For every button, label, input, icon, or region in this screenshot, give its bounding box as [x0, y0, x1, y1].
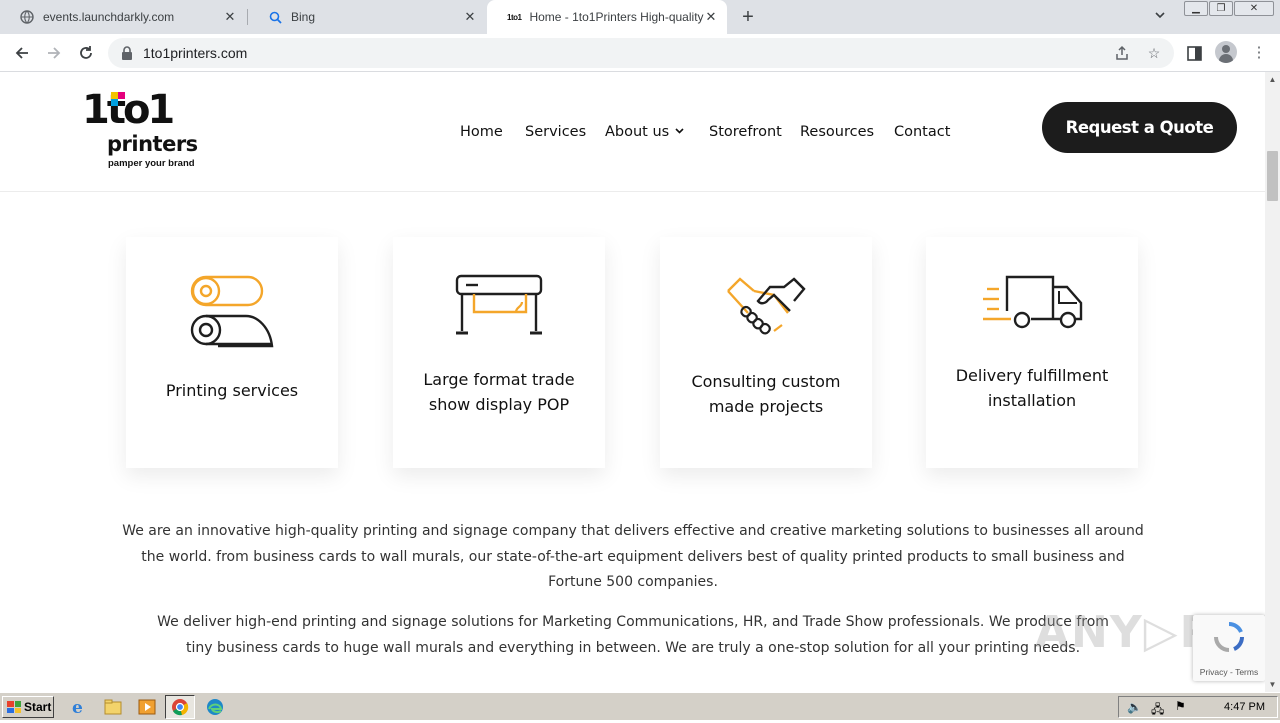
handshake-icon [727, 277, 806, 335]
intro-paragraph: We are an innovative high-quality printi… [122, 523, 1144, 590]
nav-about-us-label: About us [605, 124, 670, 140]
chevron-down-icon [675, 122, 684, 142]
site-header: 1to1 printers pamper your brand Home Ser… [0, 72, 1265, 192]
restore-button[interactable]: ❐ [1209, 1, 1233, 16]
url-text: 1to1printers.com [143, 45, 248, 61]
tab-launchdarkly[interactable]: events.launchdarkly.com ✕ [0, 0, 246, 34]
network-icon[interactable]: 🖧 [1151, 700, 1164, 721]
logo-cyan-dot [111, 99, 118, 106]
tab-title: Home - 1to1Printers High-quality Prin [529, 10, 707, 24]
service-title-line1: Delivery fulfillment [955, 366, 1109, 385]
service-card-large-format[interactable]: Large format trade show display POP [393, 237, 605, 468]
chrome-taskbar-button[interactable] [165, 695, 195, 719]
page-scrollbar[interactable]: ▲ ▼ [1265, 72, 1280, 692]
tab-bing[interactable]: Bing ✕ [248, 0, 486, 34]
service-title-line1: Consulting custom [691, 372, 841, 391]
recaptcha-icon [1214, 622, 1244, 652]
address-bar[interactable]: 1to1printers.com ☆ [108, 38, 1174, 68]
internet-explorer-icon[interactable]: e [68, 697, 90, 717]
nav-about-us[interactable]: About us [605, 122, 684, 142]
start-button[interactable]: Start [2, 696, 54, 718]
tab-strip: events.launchdarkly.com ✕ Bing ✕ 1to1 Ho… [0, 0, 1280, 34]
new-tab-button[interactable]: + [737, 6, 759, 28]
service-title-line2: installation [987, 391, 1077, 410]
paper-rolls-icon [190, 275, 274, 348]
logo-wordmark: 1to1 [82, 87, 175, 133]
system-tray: 🔈 🖧 ⚑ 4:47 PM [1118, 696, 1278, 718]
tab-title: Bing [291, 10, 316, 24]
svg-text:e: e [72, 698, 83, 717]
service-title-line2: made projects [708, 397, 824, 416]
main-navigation: Home Services About us Storefront Resour… [460, 122, 960, 142]
nav-contact[interactable]: Contact [894, 122, 950, 142]
lock-icon [122, 46, 132, 60]
service-title-line1: Large format trade [423, 370, 575, 389]
windows-logo-icon [7, 701, 21, 713]
volume-icon[interactable]: 🔈 [1127, 700, 1142, 714]
close-tab-icon[interactable]: ✕ [703, 9, 719, 25]
edge-icon[interactable] [204, 697, 226, 717]
bookmark-star-icon[interactable]: ☆ [1144, 43, 1164, 63]
share-icon[interactable] [1112, 43, 1132, 63]
site-favicon-icon: 1to1 [507, 12, 522, 22]
profile-avatar-icon[interactable] [1215, 41, 1237, 63]
service-title: Printing services [165, 381, 299, 400]
nav-home[interactable]: Home [460, 122, 503, 142]
start-label: Start [24, 700, 52, 714]
globe-icon [20, 10, 34, 24]
logo-printers-text: printers [107, 132, 198, 156]
close-tab-icon[interactable]: ✕ [222, 9, 238, 25]
recaptcha-badge[interactable]: Privacy - Terms [1193, 615, 1265, 681]
side-panel-icon[interactable] [1183, 42, 1205, 64]
service-card-delivery[interactable]: Delivery fulfillment installation [926, 237, 1138, 468]
logo-yellow-dot [111, 92, 118, 99]
minimize-button[interactable]: ▁ [1184, 1, 1208, 16]
service-title-line2: show display POP [428, 395, 570, 414]
request-quote-button[interactable]: Request a Quote [1042, 102, 1237, 153]
search-icon [268, 10, 282, 24]
nav-resources[interactable]: Resources [800, 122, 874, 142]
logo-tagline: pamper your brand [108, 158, 195, 169]
recaptcha-terms[interactable]: Privacy - Terms [1193, 667, 1265, 677]
windows-taskbar: Start e 🔈 🖧 ⚑ 4:47 PM [0, 692, 1280, 720]
close-tab-icon[interactable]: ✕ [462, 9, 478, 25]
browser-toolbar: 1to1printers.com ☆ ⋮ [0, 34, 1280, 72]
logo-magenta-dot [118, 92, 125, 99]
media-player-icon[interactable] [136, 697, 158, 717]
scroll-down-arrow-icon[interactable]: ▼ [1265, 677, 1280, 692]
nav-services[interactable]: Services [525, 122, 586, 142]
scroll-thumb[interactable] [1267, 151, 1278, 201]
action-center-flag-icon[interactable]: ⚑ [1175, 699, 1186, 713]
menu-kebab-icon[interactable]: ⋮ [1248, 42, 1270, 64]
tab-title: events.launchdarkly.com [43, 10, 175, 24]
service-card-consulting[interactable]: Consulting custom made projects [660, 237, 872, 468]
delivery-truck-icon [983, 275, 1083, 329]
forward-button[interactable] [42, 41, 66, 65]
solutions-paragraph: We deliver high-end printing and signage… [157, 614, 1109, 656]
plotter-icon [455, 274, 543, 335]
tab-1to1printers[interactable]: 1to1 Home - 1to1Printers High-quality Pr… [487, 0, 727, 34]
service-card-printing[interactable]: Printing services [126, 237, 338, 468]
tab-search-chevron-icon[interactable] [1151, 8, 1169, 26]
scroll-up-arrow-icon[interactable]: ▲ [1265, 72, 1280, 87]
file-explorer-icon[interactable] [102, 697, 124, 717]
back-button[interactable] [10, 41, 34, 65]
nav-storefront[interactable]: Storefront [709, 122, 782, 142]
close-window-button[interactable]: ✕ [1234, 1, 1274, 16]
site-logo[interactable]: 1to1 printers pamper your brand [80, 88, 198, 174]
clock: 4:47 PM [1224, 701, 1265, 713]
reload-button[interactable] [74, 41, 98, 65]
page-viewport: 1to1 printers pamper your brand Home Ser… [0, 72, 1280, 692]
chrome-icon [172, 699, 189, 716]
